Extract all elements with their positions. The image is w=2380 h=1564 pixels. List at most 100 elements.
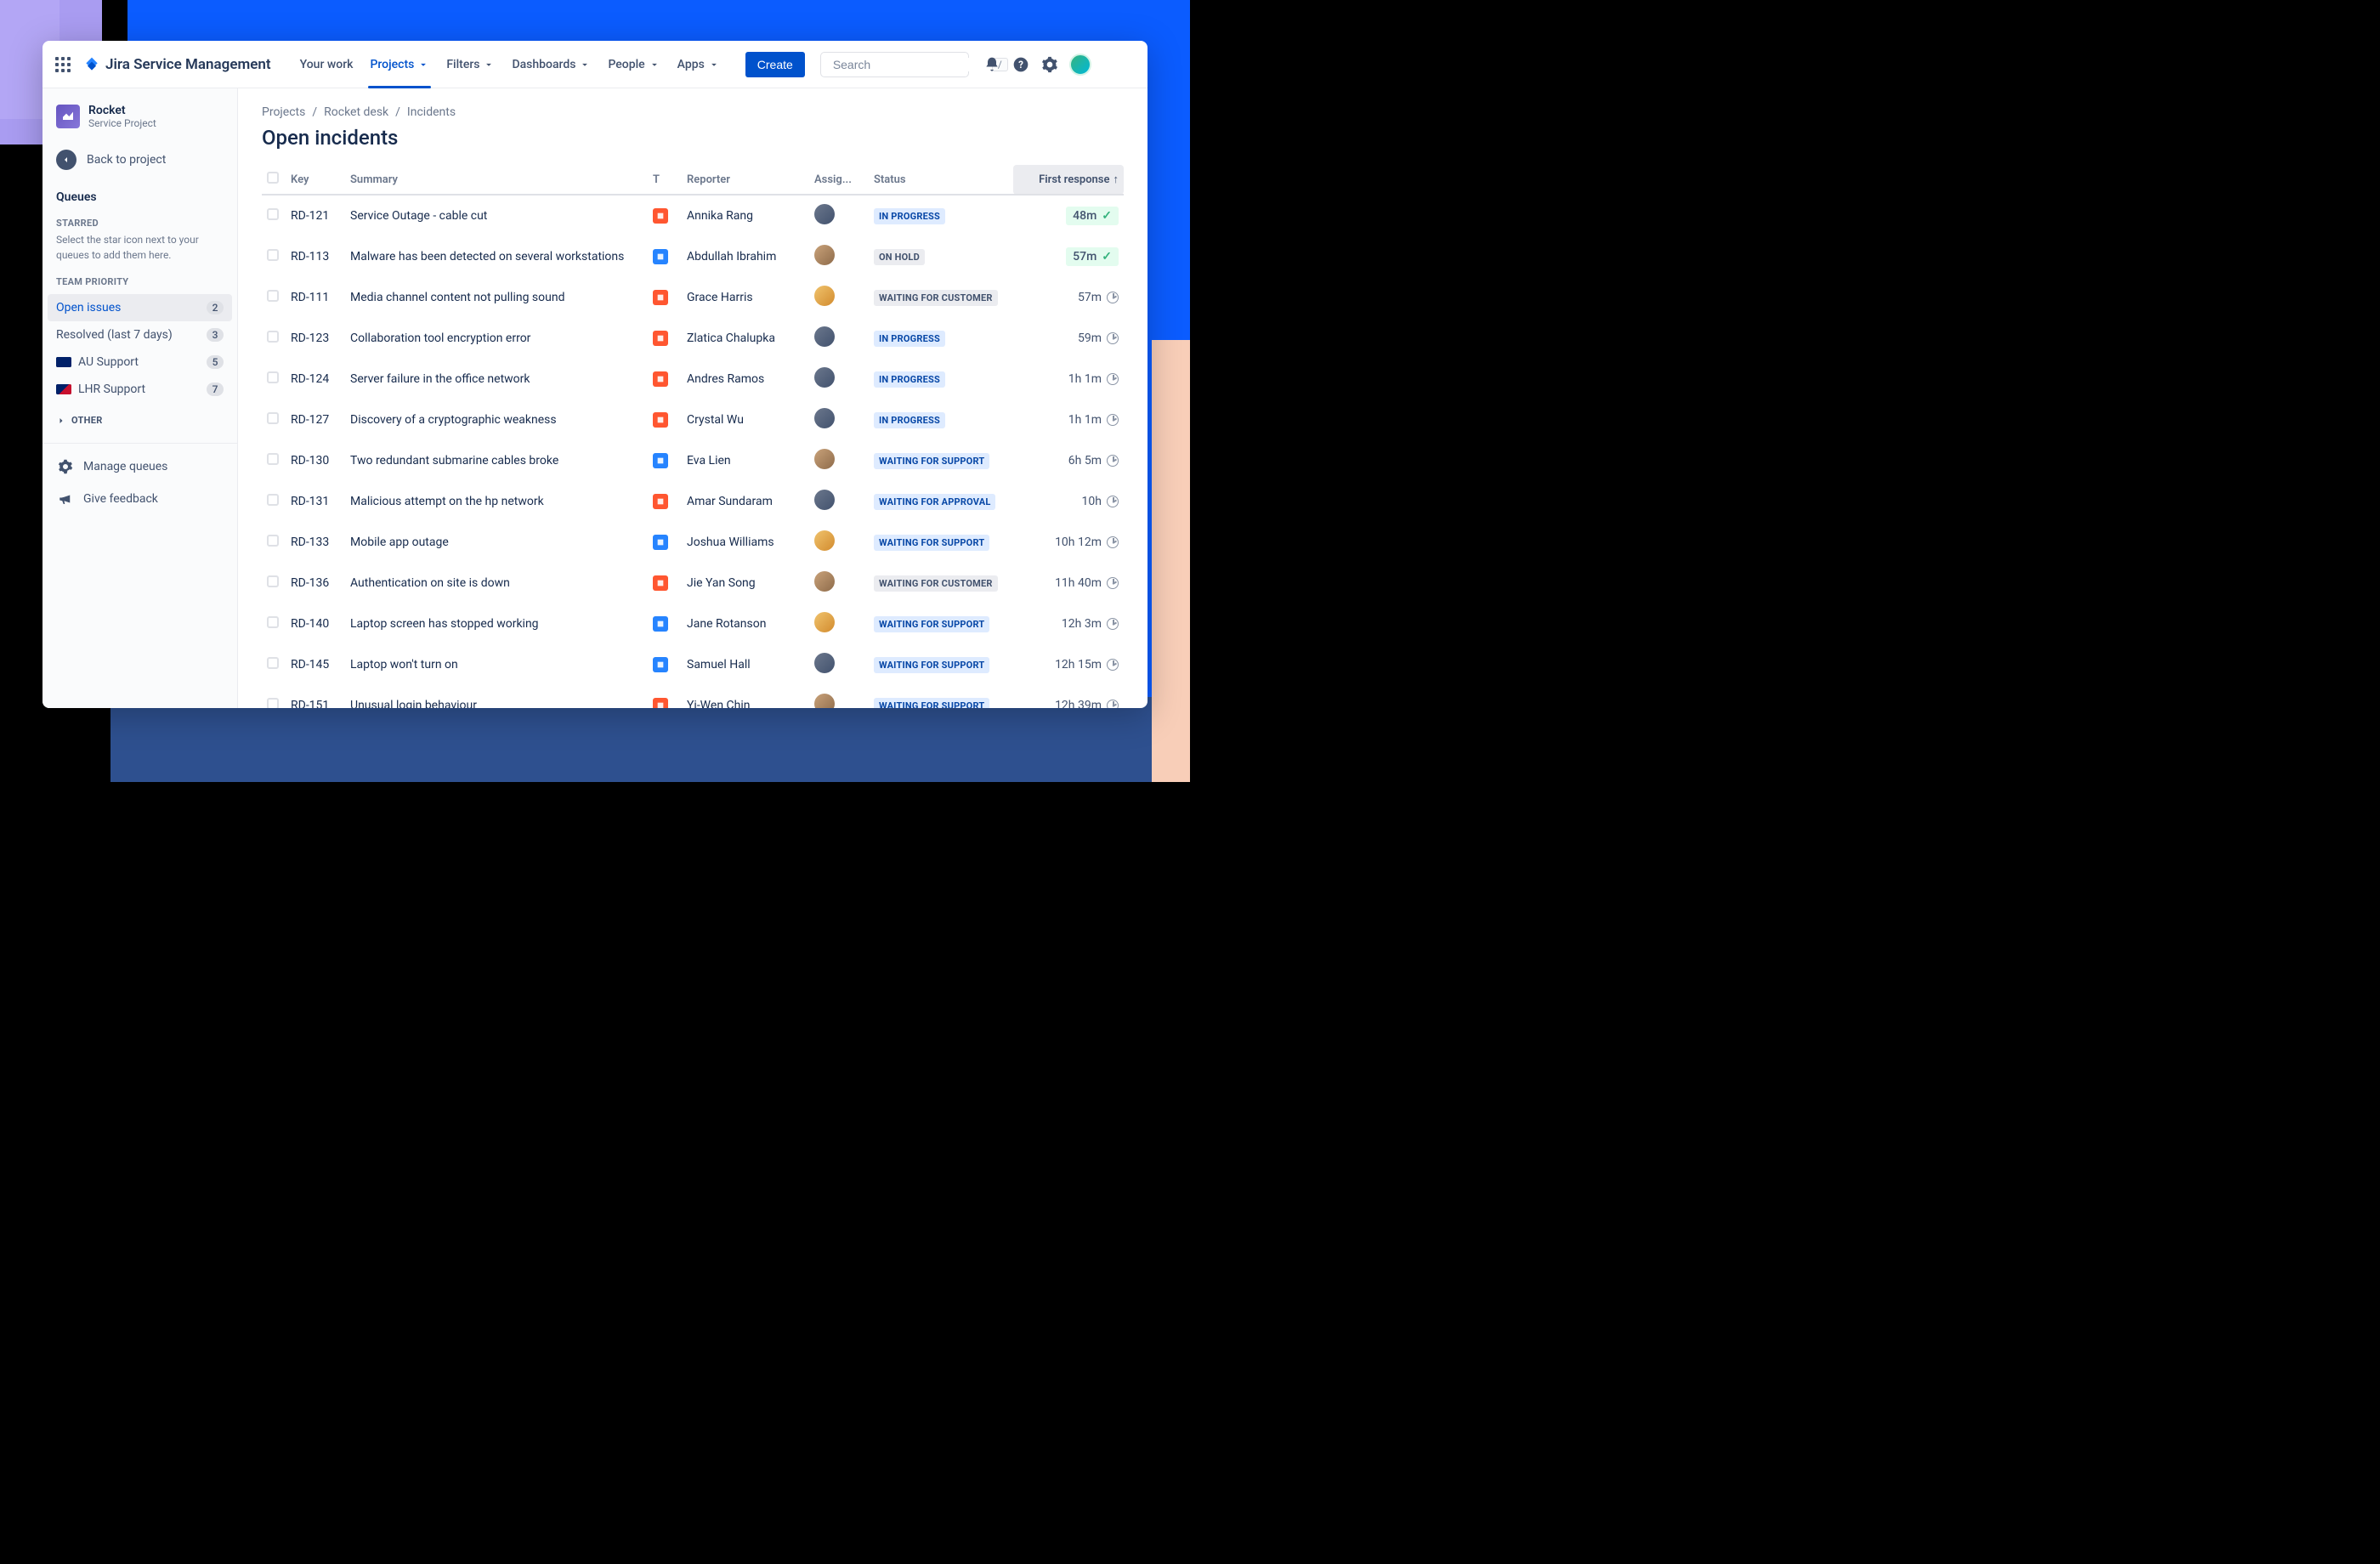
back-to-project[interactable]: Back to project	[42, 139, 237, 184]
issue-summary[interactable]: Laptop screen has stopped working	[345, 604, 648, 644]
manage-queues-link[interactable]: Manage queues	[49, 450, 230, 483]
issue-key[interactable]: RD-123	[286, 318, 345, 359]
status-lozenge[interactable]: WAITING FOR SUPPORT	[874, 657, 989, 673]
assignee-avatar[interactable]	[814, 326, 835, 347]
assignee-avatar[interactable]	[814, 530, 835, 551]
row-checkbox[interactable]	[267, 616, 279, 628]
nav-dashboards[interactable]: Dashboards	[503, 41, 599, 88]
issue-summary[interactable]: Unusual login behaviour	[345, 685, 648, 708]
row-checkbox[interactable]	[267, 657, 279, 669]
row-checkbox[interactable]	[267, 371, 279, 383]
queue-resolved-7d[interactable]: Resolved (last 7 days) 3	[48, 321, 232, 348]
col-summary[interactable]: Summary	[345, 165, 648, 195]
assignee-avatar[interactable]	[814, 245, 835, 265]
assignee-avatar[interactable]	[814, 571, 835, 592]
issue-key[interactable]: RD-140	[286, 604, 345, 644]
queue-open-issues[interactable]: Open issues 2	[48, 294, 232, 321]
assignee-avatar[interactable]	[814, 286, 835, 306]
col-assignee[interactable]: Assig...	[809, 165, 869, 195]
table-row[interactable]: RD-140 Laptop screen has stopped working…	[262, 604, 1124, 644]
status-lozenge[interactable]: IN PROGRESS	[874, 208, 945, 224]
issue-key[interactable]: RD-136	[286, 563, 345, 604]
nav-people[interactable]: People	[599, 41, 668, 88]
issue-key[interactable]: RD-151	[286, 685, 345, 708]
row-checkbox[interactable]	[267, 535, 279, 547]
table-row[interactable]: RD-130 Two redundant submarine cables br…	[262, 440, 1124, 481]
row-checkbox[interactable]	[267, 698, 279, 708]
breadcrumb-item[interactable]: Incidents	[407, 105, 456, 119]
status-lozenge[interactable]: ON HOLD	[874, 249, 925, 265]
settings-icon[interactable]	[1040, 55, 1059, 74]
status-lozenge[interactable]: WAITING FOR SUPPORT	[874, 698, 989, 709]
status-lozenge[interactable]: IN PROGRESS	[874, 412, 945, 428]
col-status[interactable]: Status	[869, 165, 1013, 195]
issue-key[interactable]: RD-130	[286, 440, 345, 481]
assignee-avatar[interactable]	[814, 449, 835, 469]
nav-apps[interactable]: Apps	[669, 41, 728, 88]
status-lozenge[interactable]: WAITING FOR CUSTOMER	[874, 575, 998, 592]
issue-key[interactable]: RD-124	[286, 359, 345, 400]
breadcrumb-item[interactable]: Rocket desk	[324, 105, 388, 119]
issue-summary[interactable]: Authentication on site is down	[345, 563, 648, 604]
create-button[interactable]: Create	[745, 52, 805, 77]
table-row[interactable]: RD-145 Laptop won't turn on Samuel Hall …	[262, 644, 1124, 685]
table-row[interactable]: RD-133 Mobile app outage Joshua Williams…	[262, 522, 1124, 563]
issue-summary[interactable]: Malware has been detected on several wor…	[345, 236, 648, 277]
section-other-toggle[interactable]: OTHER	[42, 406, 237, 434]
assignee-avatar[interactable]	[814, 694, 835, 708]
issue-key[interactable]: RD-111	[286, 277, 345, 318]
assignee-avatar[interactable]	[814, 490, 835, 510]
table-row[interactable]: RD-111 Media channel content not pulling…	[262, 277, 1124, 318]
issue-key[interactable]: RD-113	[286, 236, 345, 277]
table-row[interactable]: RD-151 Unusual login behaviour Yi-Wen Ch…	[262, 685, 1124, 708]
help-icon[interactable]: ?	[1012, 55, 1030, 74]
nav-projects[interactable]: Projects	[361, 41, 438, 88]
assignee-avatar[interactable]	[814, 367, 835, 388]
row-checkbox[interactable]	[267, 208, 279, 220]
issue-summary[interactable]: Mobile app outage	[345, 522, 648, 563]
issue-summary[interactable]: Two redundant submarine cables broke	[345, 440, 648, 481]
table-row[interactable]: RD-127 Discovery of a cryptographic weak…	[262, 400, 1124, 440]
status-lozenge[interactable]: WAITING FOR SUPPORT	[874, 453, 989, 469]
table-row[interactable]: RD-121 Service Outage - cable cut Annika…	[262, 195, 1124, 236]
row-checkbox[interactable]	[267, 290, 279, 302]
queue-au-support[interactable]: AU Support 5	[48, 348, 232, 376]
col-reporter[interactable]: Reporter	[682, 165, 809, 195]
queue-lhr-support[interactable]: LHR Support 7	[48, 376, 232, 403]
table-row[interactable]: RD-131 Malicious attempt on the hp netwo…	[262, 481, 1124, 522]
row-checkbox[interactable]	[267, 494, 279, 506]
table-row[interactable]: RD-124 Server failure in the office netw…	[262, 359, 1124, 400]
nav-your-work[interactable]: Your work	[292, 41, 362, 88]
table-row[interactable]: RD-113 Malware has been detected on seve…	[262, 236, 1124, 277]
status-lozenge[interactable]: WAITING FOR CUSTOMER	[874, 290, 998, 306]
give-feedback-link[interactable]: Give feedback	[49, 483, 230, 515]
issue-summary[interactable]: Server failure in the office network	[345, 359, 648, 400]
assignee-avatar[interactable]	[814, 204, 835, 224]
row-checkbox[interactable]	[267, 453, 279, 465]
col-first-response[interactable]: First response↑	[1013, 165, 1124, 195]
nav-filters[interactable]: Filters	[438, 41, 503, 88]
status-lozenge[interactable]: WAITING FOR APPROVAL	[874, 494, 995, 510]
row-checkbox[interactable]	[267, 331, 279, 343]
status-lozenge[interactable]: IN PROGRESS	[874, 371, 945, 388]
assignee-avatar[interactable]	[814, 612, 835, 632]
project-header[interactable]: Rocket Service Project	[42, 88, 237, 139]
row-checkbox[interactable]	[267, 249, 279, 261]
table-row[interactable]: RD-123 Collaboration tool encryption err…	[262, 318, 1124, 359]
search-input[interactable]	[833, 58, 987, 71]
product-brand[interactable]: Jira Service Management	[80, 56, 276, 73]
issue-summary[interactable]: Malicious attempt on the hp network	[345, 481, 648, 522]
search-box[interactable]: /	[820, 52, 969, 77]
col-key[interactable]: Key	[286, 165, 345, 195]
profile-avatar[interactable]	[1069, 54, 1091, 76]
app-switcher-icon[interactable]	[53, 54, 73, 75]
col-type[interactable]: T	[648, 165, 682, 195]
issue-key[interactable]: RD-145	[286, 644, 345, 685]
issue-summary[interactable]: Laptop won't turn on	[345, 644, 648, 685]
issue-key[interactable]: RD-127	[286, 400, 345, 440]
table-row[interactable]: RD-136 Authentication on site is down Ji…	[262, 563, 1124, 604]
status-lozenge[interactable]: IN PROGRESS	[874, 331, 945, 347]
issue-summary[interactable]: Discovery of a cryptographic weakness	[345, 400, 648, 440]
issue-key[interactable]: RD-133	[286, 522, 345, 563]
issue-summary[interactable]: Media channel content not pulling sound	[345, 277, 648, 318]
